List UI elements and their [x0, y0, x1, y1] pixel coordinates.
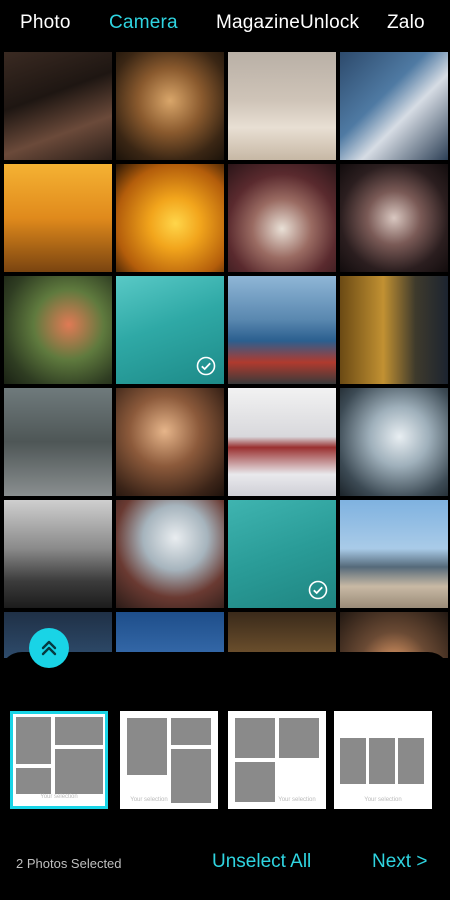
photo-thumbnail[interactable]: [340, 276, 448, 384]
photo-thumbnail[interactable]: [228, 52, 336, 160]
tab-bar: Photo Camera MagazineUnlock Zalo: [0, 0, 450, 48]
layout-cell: [235, 762, 275, 802]
layout-cell: [235, 718, 275, 758]
selected-count-text: 2 Photos Selected: [16, 856, 122, 871]
photo-thumbnail[interactable]: [228, 164, 336, 272]
tab-photo[interactable]: Photo: [20, 12, 71, 34]
layout-caption: Your selection: [130, 797, 168, 803]
layout-cell: [55, 749, 103, 794]
layout-option-4[interactable]: Your selection: [334, 711, 432, 809]
layout-option-3[interactable]: Your selection: [228, 711, 326, 809]
photo-thumbnail[interactable]: [4, 388, 112, 496]
layout-cell: [16, 768, 51, 794]
photo-grid: [0, 48, 450, 658]
unselect-all-button[interactable]: Unselect All: [212, 851, 311, 873]
photo-thumbnail-selected[interactable]: [228, 500, 336, 608]
layout-caption: Your selection: [364, 797, 402, 803]
photo-thumbnail[interactable]: [340, 500, 448, 608]
layout-cell: [55, 717, 103, 745]
double-chevron-up-icon: [41, 640, 57, 656]
layout-option-2[interactable]: Your selection: [120, 711, 218, 809]
photo-thumbnail[interactable]: [116, 500, 224, 608]
expand-button[interactable]: [29, 628, 69, 668]
layout-cell: [369, 738, 395, 784]
layout-cell: [127, 718, 167, 775]
photo-thumbnail[interactable]: [4, 500, 112, 608]
photo-thumbnail[interactable]: [228, 388, 336, 496]
layout-cell: [279, 718, 319, 758]
tab-magazineunlock[interactable]: MagazineUnlock: [216, 12, 359, 34]
photo-thumbnail[interactable]: [340, 388, 448, 496]
photo-thumbnail[interactable]: [4, 276, 112, 384]
photo-thumbnail[interactable]: [116, 164, 224, 272]
tab-camera[interactable]: Camera: [109, 12, 178, 34]
photo-thumbnail[interactable]: [228, 276, 336, 384]
layout-option-1[interactable]: Your selection: [10, 711, 108, 809]
photo-thumbnail[interactable]: [340, 52, 448, 160]
photo-thumbnail[interactable]: [4, 52, 112, 160]
tab-zalo[interactable]: Zalo: [387, 12, 425, 34]
photo-thumbnail[interactable]: [4, 164, 112, 272]
next-button[interactable]: Next >: [372, 851, 427, 873]
layout-cell: [398, 738, 424, 784]
layout-cell: [171, 718, 211, 745]
check-icon: [196, 356, 216, 376]
layout-cell: [171, 749, 211, 803]
photo-thumbnail[interactable]: [116, 52, 224, 160]
layout-cell: [16, 717, 51, 764]
check-icon: [308, 580, 328, 600]
layout-caption: Your selection: [278, 797, 316, 803]
photo-thumbnail[interactable]: [340, 164, 448, 272]
photo-thumbnail[interactable]: [116, 388, 224, 496]
layout-cell: [340, 738, 366, 784]
photo-thumbnail-selected[interactable]: [116, 276, 224, 384]
